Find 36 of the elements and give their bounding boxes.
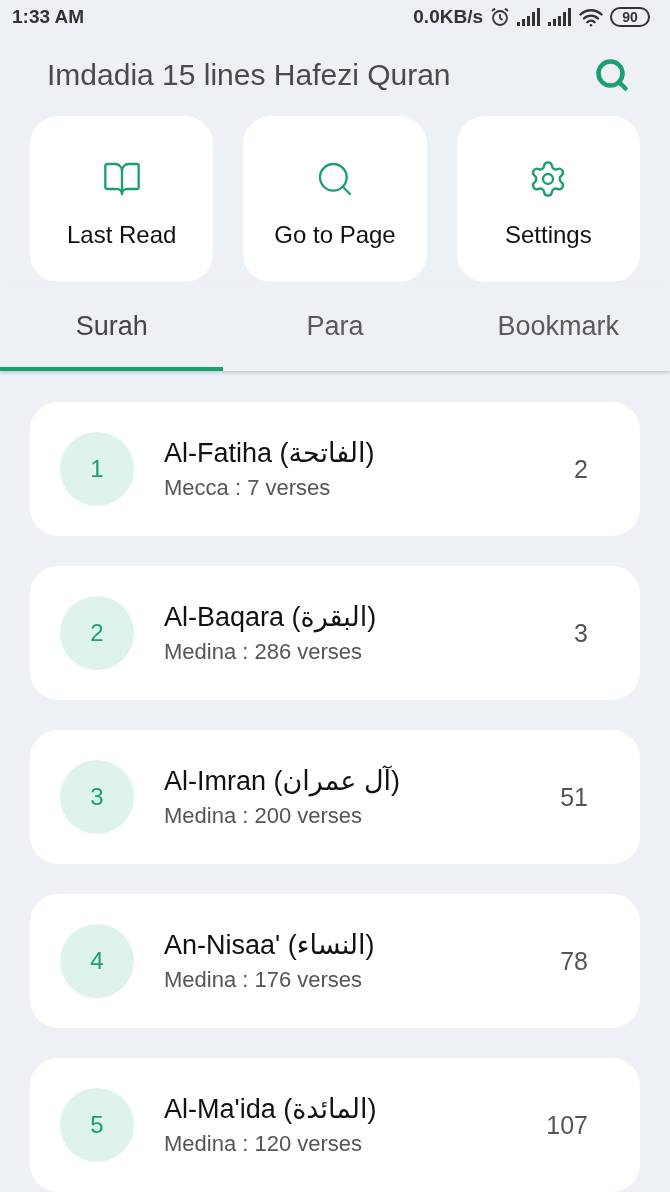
surah-name: Al-Ma'ida (المائدة) xyxy=(164,1093,378,1125)
surah-name: Al-Imran (آل عمران) xyxy=(164,765,402,797)
surah-name: Al-Fatiha (الفاتحة) xyxy=(164,437,376,469)
surah-details: Medina : 120 verses xyxy=(164,1131,364,1157)
signal-icon xyxy=(548,8,572,27)
surah-details: Medina : 176 verses xyxy=(164,967,364,993)
surah-number: 1 xyxy=(60,432,134,506)
quick-action-button[interactable]: Last Read xyxy=(30,116,214,282)
wifi-icon xyxy=(579,7,603,27)
surah-name: An-Nisaa' (النساء) xyxy=(164,929,376,961)
surah-number: 3 xyxy=(60,760,134,834)
alarm-icon xyxy=(490,7,510,28)
search-button[interactable] xyxy=(594,57,630,94)
surah-name: Al-Baqara (البقرة) xyxy=(164,601,378,633)
network-speed: 0.0KB/s xyxy=(413,6,483,29)
surah-number: 5 xyxy=(60,1088,134,1162)
signal-icon xyxy=(517,8,541,27)
tab[interactable]: Para xyxy=(223,282,447,371)
surah-details: Mecca : 7 verses xyxy=(164,475,332,501)
surah-details: Medina : 286 verses xyxy=(164,639,364,665)
search-icon xyxy=(594,57,630,94)
page-number: 51 xyxy=(560,782,588,812)
surah-number: 2 xyxy=(60,596,134,670)
quick-action-button[interactable]: Settings xyxy=(456,116,640,282)
tab[interactable]: Surah xyxy=(0,282,224,371)
surah-number: 4 xyxy=(60,924,134,998)
quick-action-button[interactable]: Go to Page xyxy=(243,116,427,282)
status-time: 1:33 AM xyxy=(12,6,85,29)
page-number: 78 xyxy=(560,946,588,976)
battery-indicator: 90 xyxy=(610,7,650,28)
page-number: 3 xyxy=(574,618,588,648)
page-number: 2 xyxy=(574,454,588,484)
surah-details: Medina : 200 verses xyxy=(164,803,364,829)
app-title: Imdadia 15 lines Hafezi Quran xyxy=(47,58,451,93)
page-number: 107 xyxy=(546,1110,588,1140)
tab[interactable]: Bookmark xyxy=(446,282,670,371)
